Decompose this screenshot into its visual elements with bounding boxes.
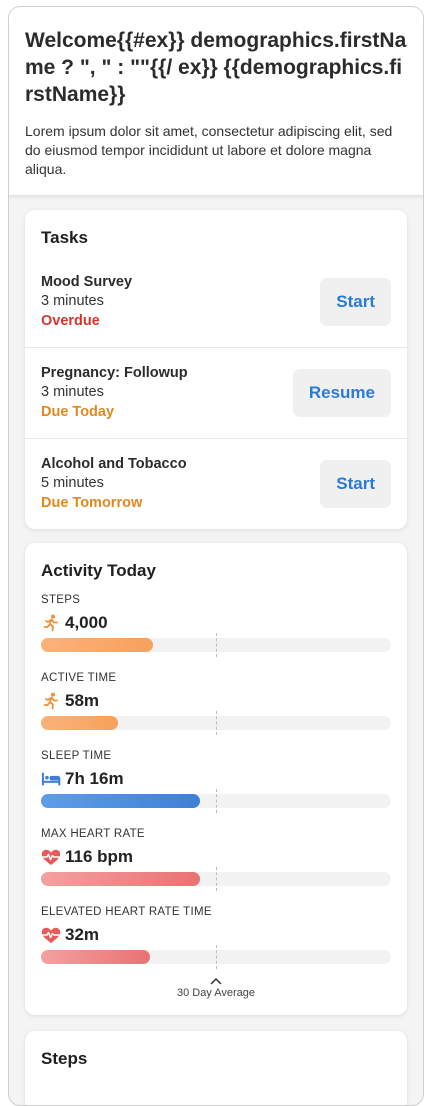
heartbeat-icon: [41, 926, 61, 944]
steps-card: Steps: [25, 1031, 407, 1105]
metric-label: ELEVATED HEART RATE TIME: [41, 906, 212, 918]
task-due-status: Due Today: [41, 404, 115, 420]
metric-value: 4,000: [65, 613, 108, 632]
metric-max-heart-rate: MAX HEART RATE 116 bpm: [25, 827, 407, 891]
average-toggle-label: 30 Day Average: [176, 987, 256, 999]
task-due-status: Overdue: [41, 312, 100, 329]
average-marker: [216, 633, 217, 657]
average-marker: [216, 867, 217, 891]
metric-value: 7h 16m: [65, 769, 124, 788]
task-item: Mood Survey 3 minutes Overdue Start: [25, 256, 407, 347]
metric-label: SLEEP TIME: [41, 750, 112, 762]
bed-icon: [41, 770, 61, 788]
start-task-button[interactable]: Start: [320, 460, 391, 508]
metric-active-time: ACTIVE TIME 58m: [25, 671, 407, 735]
metric-label: STEPS: [41, 594, 81, 606]
metric-value: 116 bpm: [65, 847, 134, 866]
chevron-up-icon: [210, 977, 222, 985]
progress-bar: [41, 633, 391, 657]
tasks-card: Tasks Mood Survey 3 minutes Overdue Star…: [25, 210, 407, 529]
task-item: Alcohol and Tobacco 5 minutes Due Tomorr…: [25, 438, 407, 529]
app-frame: Welcome{{#ex}} demographics.firstName ? …: [8, 6, 424, 1106]
start-task-button[interactable]: Start: [320, 277, 391, 326]
running-icon: [41, 692, 61, 710]
heartbeat-icon: [41, 848, 61, 866]
average-marker: [216, 789, 217, 813]
tasks-title: Tasks: [41, 228, 88, 247]
task-duration: 5 minutes: [41, 475, 104, 491]
activity-title: Activity Today: [41, 561, 156, 580]
metric-sleep-time: SLEEP TIME 7h 16m: [25, 749, 407, 813]
welcome-title: Welcome{{#ex}} demographics.firstName ? …: [25, 29, 407, 106]
task-item: Pregnancy: Followup 3 minutes Due Today …: [25, 347, 407, 438]
average-marker: [216, 945, 217, 969]
intro-text: Lorem ipsum dolor sit amet, consectetur …: [25, 123, 393, 177]
task-name: Pregnancy: Followup: [41, 365, 188, 381]
progress-fill: [41, 872, 201, 886]
task-duration: 3 minutes: [41, 384, 104, 400]
task-info: Pregnancy: Followup 3 minutes Due Today: [41, 364, 188, 422]
progress-fill: [41, 638, 153, 652]
task-list: Mood Survey 3 minutes Overdue Start Preg…: [25, 256, 407, 529]
progress-bar: [41, 945, 391, 969]
metric-label: ACTIVE TIME: [41, 672, 117, 684]
task-name: Alcohol and Tobacco: [41, 456, 187, 472]
metric-steps: STEPS 4,000: [25, 593, 407, 657]
progress-fill: [41, 950, 150, 964]
activity-card: Activity Today STEPS 4,000 ACTIVE TIME 5…: [25, 543, 407, 1015]
task-info: Alcohol and Tobacco 5 minutes Due Tomorr…: [41, 455, 187, 513]
metric-value: 58m: [65, 691, 100, 710]
progress-fill: [41, 794, 201, 808]
average-marker: [216, 711, 217, 735]
task-duration: 3 minutes: [41, 292, 104, 309]
running-icon: [41, 614, 61, 632]
welcome-header: Welcome{{#ex}} demographics.firstName ? …: [9, 7, 423, 196]
task-info: Mood Survey 3 minutes Overdue: [41, 273, 132, 331]
resume-task-button[interactable]: Resume: [292, 369, 391, 417]
progress-fill: [41, 716, 118, 730]
progress-bar: [41, 789, 391, 813]
metric-elevated-heart-rate-time: ELEVATED HEART RATE TIME 32m: [25, 905, 407, 969]
steps-title: Steps: [41, 1049, 88, 1068]
progress-bar: [41, 867, 391, 891]
task-name: Mood Survey: [41, 273, 133, 290]
metric-value: 32m: [65, 925, 100, 944]
task-due-status: Due Tomorrow: [41, 495, 143, 511]
average-toggle[interactable]: 30 Day Average: [25, 977, 407, 1015]
metric-label: MAX HEART RATE: [41, 828, 145, 840]
progress-bar: [41, 711, 391, 735]
